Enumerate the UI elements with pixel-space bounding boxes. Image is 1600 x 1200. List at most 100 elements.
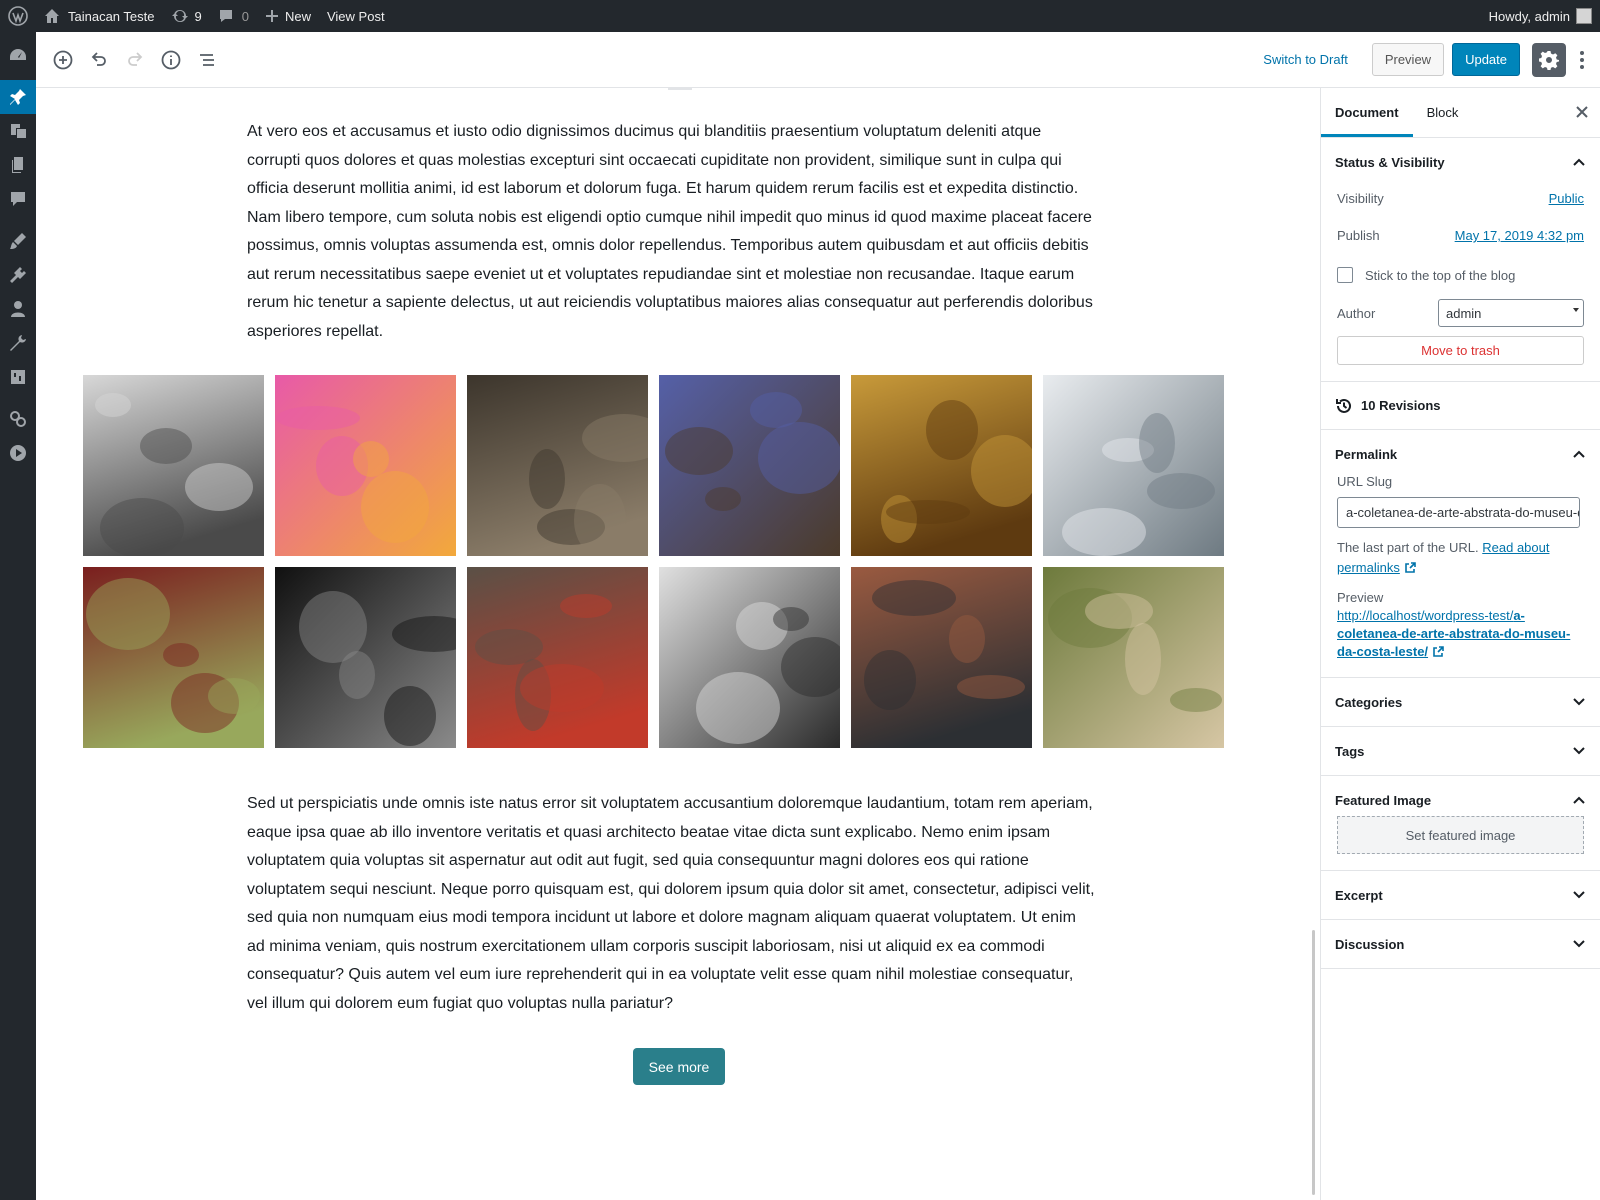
visibility-toggle[interactable]: Public bbox=[1549, 191, 1584, 206]
list-outline-icon bbox=[200, 53, 214, 66]
panel-title: Status & Visibility bbox=[1335, 154, 1445, 170]
history-icon bbox=[1336, 398, 1351, 413]
redo-icon bbox=[128, 51, 143, 66]
avatar bbox=[1576, 8, 1592, 24]
gallery-image-house-porch-flowers[interactable] bbox=[467, 567, 648, 748]
gallery-image-flowers-collage[interactable] bbox=[275, 375, 456, 556]
tab-block[interactable]: Block bbox=[1413, 88, 1473, 137]
set-featured-image-button[interactable]: Set featured image bbox=[1337, 816, 1584, 854]
discussion-toggle[interactable]: Discussion bbox=[1321, 920, 1600, 968]
url-slug-input[interactable]: a-coletanea-de-arte-abstrata-do-museu-da… bbox=[1337, 497, 1580, 528]
chevron-up-icon bbox=[1572, 157, 1586, 167]
info-button[interactable] bbox=[153, 42, 189, 78]
site-name-link[interactable]: Tainacan Teste bbox=[36, 0, 163, 32]
switch-to-draft-button[interactable]: Switch to Draft bbox=[1251, 52, 1360, 67]
preview-url-base: http://localhost/wordpress-test/ bbox=[1337, 608, 1514, 623]
settings-icon[interactable] bbox=[0, 360, 36, 394]
panel-title: Tags bbox=[1335, 743, 1365, 759]
revisions-panel: 10 Revisions bbox=[1321, 382, 1600, 430]
gallery-image-brick-warehouse-canal[interactable] bbox=[851, 567, 1032, 748]
outline-button[interactable] bbox=[189, 42, 225, 78]
panel-title: Excerpt bbox=[1335, 887, 1383, 903]
comments-link[interactable]: 0 bbox=[210, 0, 257, 32]
status-visibility-toggle[interactable]: Status & Visibility bbox=[1321, 138, 1600, 186]
gallery-image-misty-mountains-painting[interactable] bbox=[467, 375, 648, 556]
home-icon bbox=[45, 9, 59, 23]
chevron-down-icon bbox=[1573, 308, 1579, 312]
vertical-ellipsis-icon bbox=[1580, 50, 1584, 69]
undo-button[interactable] bbox=[81, 42, 117, 78]
tainacan-icon[interactable] bbox=[0, 402, 36, 436]
account-menu[interactable]: Howdy, admin bbox=[1481, 0, 1600, 32]
revisions-link[interactable]: 10 Revisions bbox=[1321, 382, 1600, 429]
admin-menu bbox=[0, 32, 36, 1200]
block-divider bbox=[668, 88, 692, 90]
close-icon bbox=[1576, 106, 1588, 118]
gallery-image-henna-hand-sculpture[interactable] bbox=[83, 567, 264, 748]
plugins-icon[interactable] bbox=[0, 258, 36, 292]
paragraph-block[interactable]: At vero eos et accusamus et iusto odio d… bbox=[247, 118, 1097, 346]
permalink-panel: Permalink URL Slug a-coletanea-de-arte-a… bbox=[1321, 430, 1600, 678]
pages-icon[interactable] bbox=[0, 148, 36, 182]
revisions-label: 10 Revisions bbox=[1361, 398, 1441, 413]
panel-title: Permalink bbox=[1335, 446, 1398, 462]
updates-link[interactable]: 9 bbox=[163, 0, 210, 32]
gallery-image-blurred-table-bokeh[interactable] bbox=[1043, 567, 1224, 748]
chevron-down-icon bbox=[1572, 746, 1586, 756]
greeting: Howdy, admin bbox=[1488, 8, 1570, 24]
wordpress-logo-icon[interactable] bbox=[0, 0, 36, 32]
updates-icon bbox=[171, 9, 188, 23]
gallery-block[interactable] bbox=[83, 375, 1225, 748]
posts-icon[interactable] bbox=[0, 80, 36, 114]
gallery-image-night-street-bw[interactable] bbox=[275, 567, 456, 748]
url-slug-label: URL Slug bbox=[1337, 474, 1393, 489]
view-post-link[interactable]: View Post bbox=[319, 0, 393, 32]
preview-button[interactable]: Preview bbox=[1371, 43, 1445, 76]
panel-title: Featured Image bbox=[1335, 792, 1432, 808]
plus-icon bbox=[265, 10, 278, 22]
gallery-image-people-walking-bw[interactable] bbox=[659, 567, 840, 748]
categories-panel: Categories bbox=[1321, 678, 1600, 727]
excerpt-toggle[interactable]: Excerpt bbox=[1321, 871, 1600, 919]
tab-document[interactable]: Document bbox=[1321, 88, 1413, 137]
update-button[interactable]: Update bbox=[1452, 43, 1520, 76]
comments-icon[interactable] bbox=[0, 182, 36, 216]
content-scrollbar[interactable] bbox=[1312, 930, 1315, 1195]
gallery-image-snowy-valley-aerial[interactable] bbox=[1043, 375, 1224, 556]
see-more-button[interactable]: See more bbox=[633, 1048, 725, 1085]
preview-url-link[interactable]: http://localhost/wordpress-test/a-coleta… bbox=[1337, 607, 1584, 661]
more-menu-button[interactable] bbox=[1572, 43, 1592, 77]
redo-button[interactable] bbox=[117, 42, 153, 78]
gallery-image-fork-photo[interactable] bbox=[83, 375, 264, 556]
gear-icon bbox=[1539, 50, 1559, 70]
publish-date-toggle[interactable]: May 17, 2019 4:32 pm bbox=[1455, 228, 1584, 243]
chevron-down-icon bbox=[1572, 697, 1586, 707]
users-icon[interactable] bbox=[0, 292, 36, 326]
preview-label: Preview bbox=[1337, 590, 1384, 605]
appearance-icon[interactable] bbox=[0, 224, 36, 258]
tools-icon[interactable] bbox=[0, 326, 36, 360]
move-to-trash-button[interactable]: Move to trash bbox=[1337, 336, 1584, 365]
panel-title: Categories bbox=[1335, 694, 1403, 710]
add-block-button[interactable] bbox=[45, 42, 81, 78]
categories-toggle[interactable]: Categories bbox=[1321, 678, 1600, 726]
admin-bar: Tainacan Teste 9 0 New View Post Howdy, … bbox=[0, 0, 1600, 32]
new-content-link[interactable]: New bbox=[257, 0, 319, 32]
status-visibility-panel: Status & Visibility Visibility Public Pu… bbox=[1321, 138, 1600, 382]
permalink-toggle[interactable]: Permalink bbox=[1321, 430, 1600, 478]
paragraph-block[interactable]: Sed ut perspiciatis unde omnis iste natu… bbox=[247, 790, 1097, 1018]
close-sidebar-button[interactable] bbox=[1572, 102, 1592, 122]
settings-toggle-button[interactable] bbox=[1532, 42, 1566, 77]
excerpt-panel: Excerpt bbox=[1321, 871, 1600, 920]
gallery-image-ornate-ceiling-hall[interactable] bbox=[851, 375, 1032, 556]
sticky-label: Stick to the top of the blog bbox=[1365, 267, 1516, 283]
author-select[interactable]: admin bbox=[1438, 299, 1584, 327]
gallery-image-bearded-men-portrait[interactable] bbox=[659, 375, 840, 556]
chevron-down-icon bbox=[1572, 890, 1586, 900]
tags-toggle[interactable]: Tags bbox=[1321, 727, 1600, 775]
external-link-icon bbox=[1428, 644, 1444, 659]
video-icon[interactable] bbox=[0, 436, 36, 470]
dashboard-icon[interactable] bbox=[0, 32, 36, 80]
media-icon[interactable] bbox=[0, 114, 36, 148]
sticky-checkbox[interactable] bbox=[1337, 267, 1353, 283]
